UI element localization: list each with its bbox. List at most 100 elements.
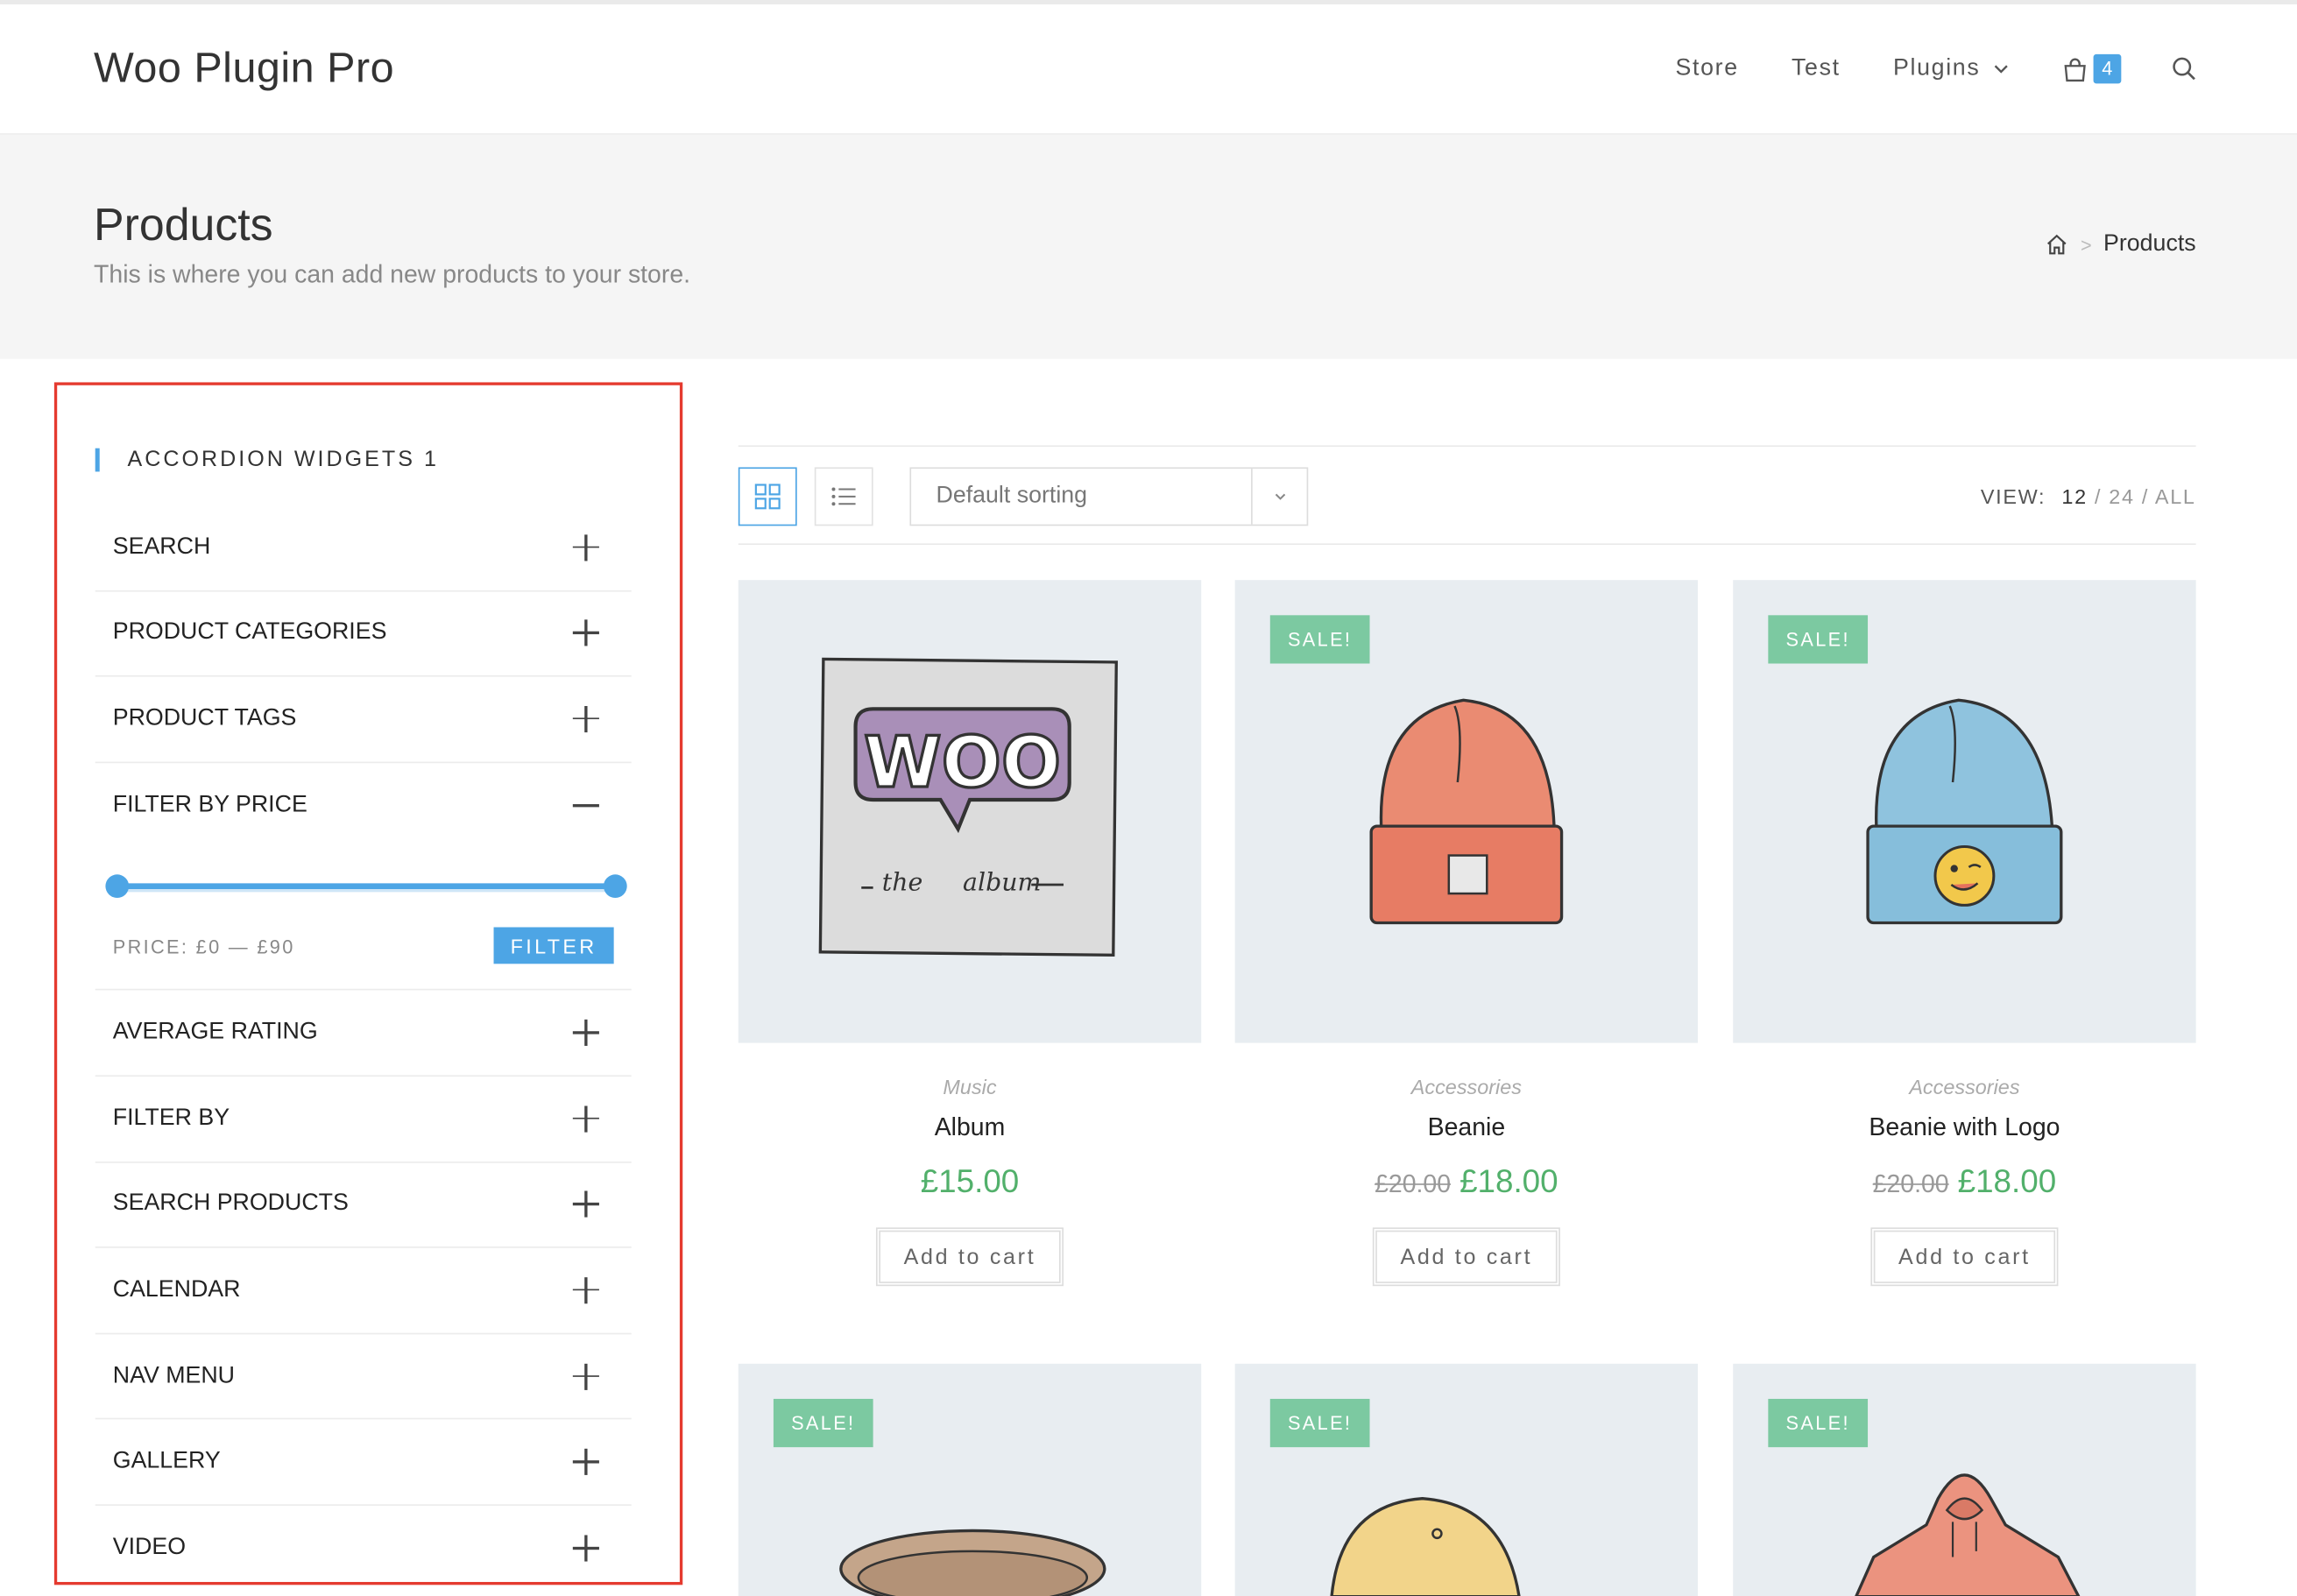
- minus-icon[interactable]: [572, 793, 599, 819]
- product-price: £20.00 £18.00: [1235, 1163, 1698, 1201]
- page-title: Products: [94, 199, 273, 251]
- product-name[interactable]: Beanie: [1235, 1113, 1698, 1142]
- sale-badge: SALE!: [1768, 1398, 1869, 1448]
- nav-item-plugins-label: Plugins: [1892, 55, 1981, 81]
- page-subtitle: This is where you can add new products t…: [94, 260, 691, 289]
- nav-item-test[interactable]: Test: [1792, 56, 1841, 82]
- grid-view-button[interactable]: [738, 467, 797, 526]
- site-logo[interactable]: Woo Plugin Pro: [94, 46, 394, 94]
- product-category[interactable]: Accessories: [1733, 1075, 2195, 1098]
- nav-item-plugins[interactable]: Plugins: [1893, 56, 2010, 82]
- accordion-label: PRODUCT TAGS: [112, 705, 297, 731]
- grid-icon: [754, 484, 781, 510]
- add-to-cart-button[interactable]: Add to cart: [1870, 1227, 2059, 1287]
- page-root: Woo Plugin Pro Store Test Plugins 4 Prod…: [0, 0, 2297, 1596]
- product-price: £15.00: [739, 1163, 1201, 1201]
- accordion-item-video[interactable]: VIDEO: [95, 1506, 632, 1582]
- accordion-item-average-rating[interactable]: AVERAGE RATING: [95, 991, 632, 1077]
- widget-title-bar: [95, 447, 100, 471]
- chevron-down-icon: [1994, 65, 2008, 74]
- product-image[interactable]: SALE!: [1733, 580, 2196, 1043]
- breadcrumb: > Products: [2046, 231, 2196, 258]
- accordion-item-product-categories[interactable]: PRODUCT CATEGORIES: [95, 591, 632, 677]
- view-count-label: VIEW:: [1980, 484, 2046, 509]
- product-image[interactable]: SALE!: [738, 1363, 1202, 1596]
- sorting-select[interactable]: Default sorting: [909, 467, 1309, 526]
- cart-button[interactable]: 4: [2062, 53, 2122, 84]
- sale-badge: SALE!: [773, 1398, 873, 1448]
- list-view-button[interactable]: [814, 467, 873, 526]
- plus-icon[interactable]: [572, 1535, 599, 1562]
- view-count-current[interactable]: 12: [2061, 484, 2087, 508]
- product-card: SALE!: [738, 1363, 1202, 1596]
- plus-icon[interactable]: [572, 534, 599, 561]
- widget-title-text: ACCORDION WIDGETS 1: [127, 447, 439, 472]
- price-slider-range: [117, 883, 616, 890]
- product-image[interactable]: SALE!: [1234, 1363, 1699, 1596]
- sale-badge: SALE!: [1269, 1398, 1370, 1448]
- accordion-item-gallery[interactable]: GALLERY: [95, 1420, 632, 1506]
- accordion-label: AVERAGE RATING: [112, 1020, 318, 1045]
- product-card: SALE! Accessories Beanie £20.00 £18.00 Ad…: [1234, 580, 1699, 1287]
- product-image[interactable]: SALE!: [1733, 1363, 2196, 1596]
- add-to-cart-button[interactable]: Add to cart: [875, 1227, 1064, 1287]
- sorting-dropdown-toggle[interactable]: [1251, 469, 1307, 525]
- accordion-item-product-tags[interactable]: PRODUCT TAGS: [95, 677, 632, 763]
- breadcrumb-separator: >: [2080, 233, 2092, 256]
- accordion-label: VIDEO: [112, 1535, 187, 1561]
- product-image[interactable]: SALE!: [1234, 580, 1699, 1043]
- album-art-word: WOO: [864, 722, 1061, 803]
- product-current-price: £15.00: [920, 1162, 1020, 1200]
- product-name[interactable]: Beanie with Logo: [1733, 1113, 2195, 1142]
- accordion-label: SEARCH PRODUCTS: [112, 1191, 349, 1217]
- add-to-cart-button[interactable]: Add to cart: [1372, 1227, 1560, 1287]
- product-current-price: £18.00: [1957, 1162, 2057, 1200]
- nav-item-store[interactable]: Store: [1675, 56, 1738, 82]
- product-current-price: £18.00: [1459, 1162, 1558, 1200]
- product-card: WOO the album Music Album £15.00 Add to …: [738, 580, 1202, 1287]
- accordion-item-search[interactable]: SEARCH: [95, 505, 632, 591]
- plus-icon[interactable]: [572, 1105, 599, 1133]
- accordion-label: GALLERY: [112, 1449, 221, 1474]
- widget-title: ACCORDION WIDGETS 1: [95, 447, 439, 471]
- album-art-image: WOO the album: [818, 657, 1118, 957]
- main-nav: Store Test Plugins 4: [1622, 53, 2197, 84]
- sale-badge: SALE!: [1768, 615, 1869, 664]
- product-card: SALE!: [1234, 1363, 1699, 1596]
- album-art-caption-right: album: [963, 868, 1041, 897]
- product-image[interactable]: WOO the album: [738, 580, 1202, 1043]
- accordion-label: CALENDAR: [112, 1277, 241, 1303]
- plus-icon[interactable]: [572, 1020, 599, 1047]
- view-count-options[interactable]: / 24 / ALL: [2095, 484, 2196, 508]
- product-card: SALE!: [1733, 1363, 2196, 1596]
- product-name[interactable]: Album: [739, 1113, 1201, 1142]
- price-slider-min-handle[interactable]: [105, 874, 130, 899]
- product-card: SALE! Accessories Beanie with Logo £20.0…: [1733, 580, 2196, 1287]
- plus-icon[interactable]: [572, 619, 599, 647]
- plus-icon[interactable]: [572, 1363, 599, 1390]
- plus-icon[interactable]: [572, 705, 599, 733]
- product-category[interactable]: Accessories: [1235, 1075, 1698, 1098]
- accordion-item-filter-by-price[interactable]: FILTER BY PRICE: [95, 763, 632, 849]
- product-price: £20.00 £18.00: [1733, 1163, 2195, 1201]
- page-header: Products This is where you can add new p…: [0, 134, 2297, 359]
- accordion-item-nav-menu[interactable]: NAV MENU: [95, 1334, 632, 1420]
- accordion-item-calendar[interactable]: CALENDAR: [95, 1248, 632, 1334]
- accordion-list: SEARCH PRODUCT CATEGORIES PRODUCT TAGS F…: [95, 505, 632, 1582]
- shopping-bag-icon: [2064, 57, 2086, 81]
- search-icon[interactable]: [2171, 56, 2197, 82]
- accordion-item-filter-by[interactable]: FILTER BY: [95, 1077, 632, 1162]
- plus-icon[interactable]: [572, 1449, 599, 1476]
- home-icon[interactable]: [2046, 233, 2069, 257]
- shop-toolbar: Default sorting VIEW: 12 / 24 / ALL: [738, 445, 2196, 546]
- accordion-label: FILTER BY: [112, 1105, 230, 1131]
- product-category[interactable]: Music: [739, 1075, 1201, 1098]
- accordion-label: PRODUCT CATEGORIES: [112, 619, 387, 646]
- plus-icon[interactable]: [572, 1277, 599, 1304]
- accordion-item-search-products[interactable]: SEARCH PRODUCTS: [95, 1162, 632, 1248]
- filter-button[interactable]: FILTER: [493, 928, 614, 964]
- plus-icon[interactable]: [572, 1191, 599, 1218]
- price-slider-max-handle[interactable]: [603, 874, 627, 899]
- cart-count-badge: 4: [2093, 53, 2122, 84]
- accordion-label: NAV MENU: [112, 1363, 235, 1388]
